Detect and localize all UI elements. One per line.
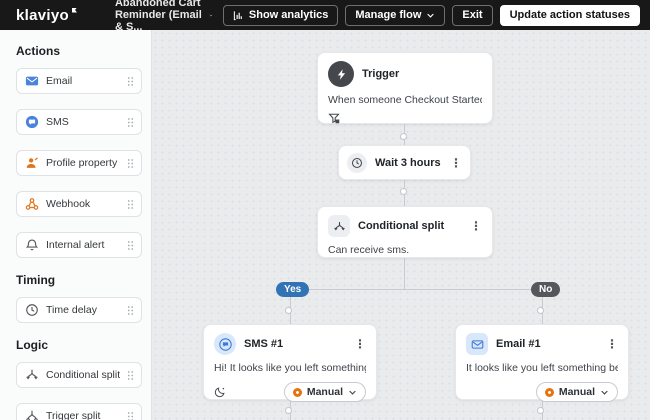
connector-dot[interactable] [537, 307, 544, 314]
clock-icon [347, 152, 367, 173]
kebab-menu-icon[interactable]: ⋮ [450, 157, 462, 169]
filter-icon [328, 113, 340, 124]
sidebar-item-label: Webhook [46, 198, 91, 210]
kebab-menu-icon[interactable]: ⋮ [470, 220, 482, 232]
chevron-down-icon [209, 14, 213, 16]
chevron-down-icon [427, 13, 434, 18]
profile-update-icon [26, 157, 38, 168]
sidebar-item-label: Internal alert [46, 239, 105, 251]
conditional-split-icon [328, 215, 350, 237]
show-analytics-label: Show analytics [248, 9, 329, 21]
status-dot-icon [292, 387, 302, 397]
bar-chart-icon [233, 10, 242, 20]
connector-line [404, 258, 405, 289]
drag-handle-icon[interactable] [127, 305, 134, 316]
sms-status-dropdown[interactable]: Manual [283, 382, 366, 402]
trigger-split-icon [26, 410, 38, 420]
sidebar-item-sms[interactable]: SMS [16, 109, 142, 135]
branch-line [290, 289, 542, 290]
sidebar-item-label: Email [46, 75, 73, 87]
drag-handle-icon[interactable] [127, 240, 134, 251]
connector-dot[interactable] [537, 407, 544, 414]
chevron-down-icon [349, 390, 356, 395]
manage-flow-button[interactable]: Manage flow [345, 4, 446, 26]
trigger-description: When someone Checkout Started [328, 94, 482, 106]
moon-icon [214, 387, 225, 398]
sidebar-item-label: SMS [46, 116, 69, 128]
klaviyo-flag-icon [71, 7, 77, 13]
conditional-split-node[interactable]: Conditional split ⋮ Can receive sms. [317, 206, 493, 258]
sidebar-item-internal-alert[interactable]: Internal alert [16, 232, 142, 258]
sms-node[interactable]: SMS #1 ⋮ Hi! It looks like you left some… [203, 324, 377, 402]
trigger-title: Trigger [362, 68, 400, 80]
drag-handle-icon[interactable] [127, 411, 134, 420]
sidebar-item-label: Trigger split [46, 410, 101, 420]
email-title: Email #1 [496, 338, 541, 350]
email-node[interactable]: Email #1 ⋮ It looks like you left someth… [455, 324, 629, 402]
section-title-logic: Logic [16, 338, 48, 352]
drag-handle-icon[interactable] [127, 199, 134, 210]
connector-dot[interactable] [400, 188, 407, 195]
sms-icon [25, 115, 39, 129]
sidebar-item-conditional-split[interactable]: Conditional split [16, 362, 142, 388]
sidebar-item-label: Profile property update [46, 157, 120, 169]
show-analytics-button[interactable]: Show analytics [222, 4, 339, 26]
conditional-split-icon [26, 369, 38, 380]
drag-handle-icon[interactable] [127, 158, 134, 169]
klaviyo-wordmark: klaviyo [16, 6, 69, 24]
topbar-actions: Show analytics Manage flow Exit Update a… [222, 4, 640, 26]
conditional-split-description: Can receive sms. [328, 244, 410, 256]
sidebar-item-label: Conditional split [46, 369, 120, 381]
email-status-dropdown[interactable]: Manual [535, 382, 618, 402]
manage-flow-label: Manage flow [355, 9, 422, 21]
topbar: klaviyo Abandoned Cart Reminder (Email &… [0, 0, 650, 33]
sidebar-item-profile-property-update[interactable]: Profile property update [16, 150, 142, 176]
email-preview-text: It looks like you left something behind.… [466, 362, 618, 374]
exit-label: Exit [462, 9, 483, 21]
section-title-timing: Timing [16, 273, 56, 287]
flow-title-label: Abandoned Cart Reminder (Email & S... [114, 0, 202, 33]
exit-button[interactable]: Exit [452, 4, 493, 26]
conditional-split-title: Conditional split [358, 220, 445, 232]
flow-canvas[interactable]: Trigger When someone Checkout Started Wa… [152, 30, 650, 420]
branch-no-badge: No [531, 282, 561, 297]
email-icon [25, 76, 39, 86]
drag-handle-icon[interactable] [127, 117, 134, 128]
sidebar-item-label: Time delay [46, 304, 97, 316]
email-icon [466, 333, 488, 355]
email-status-label: Manual [558, 386, 595, 398]
connector-dot[interactable] [285, 307, 292, 314]
drag-handle-icon[interactable] [127, 370, 134, 381]
sidebar-item-time-delay[interactable]: Time delay [16, 297, 142, 323]
wait-node[interactable]: Wait 3 hours ⋮ [338, 145, 471, 180]
connector-dot[interactable] [400, 133, 407, 140]
drag-handle-icon[interactable] [127, 76, 134, 87]
sidebar-item-email[interactable]: Email [16, 68, 142, 94]
section-title-actions: Actions [16, 44, 61, 58]
klaviyo-logo[interactable]: klaviyo [16, 7, 77, 24]
update-action-statuses-label: Update action statuses [509, 9, 630, 21]
sms-title: SMS #1 [244, 338, 284, 350]
sms-icon [214, 333, 236, 355]
update-action-statuses-button[interactable]: Update action statuses [499, 4, 640, 26]
sidebar-item-webhook[interactable]: Webhook [16, 191, 142, 217]
kebab-menu-icon[interactable]: ⋮ [354, 338, 366, 350]
sidebar-item-trigger-split[interactable]: Trigger split [16, 403, 142, 420]
chevron-down-icon [601, 390, 608, 395]
branch-yes-badge: Yes [276, 282, 310, 297]
lightning-icon [328, 61, 354, 87]
clock-icon [26, 304, 38, 316]
connector-dot[interactable] [285, 407, 292, 414]
trigger-node[interactable]: Trigger When someone Checkout Started [317, 52, 493, 124]
bell-icon [25, 239, 39, 251]
actions-sidebar: Actions Email SMS Profile property updat… [0, 30, 152, 420]
sms-preview-text: Hi! It looks like you left something in … [214, 362, 366, 374]
sms-status-label: Manual [306, 386, 343, 398]
webhook-icon [25, 198, 39, 210]
kebab-menu-icon[interactable]: ⋮ [606, 338, 618, 350]
flow-title-dropdown[interactable]: Abandoned Cart Reminder (Email & S... [115, 0, 213, 33]
wait-title: Wait 3 hours [375, 156, 441, 169]
status-dot-icon [544, 387, 554, 397]
